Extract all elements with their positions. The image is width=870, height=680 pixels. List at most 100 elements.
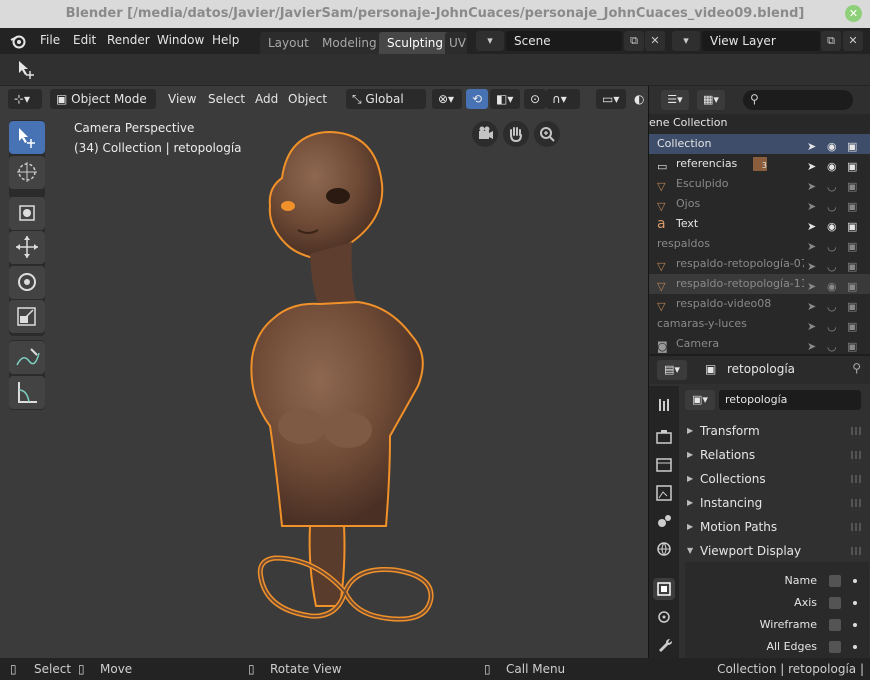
view-layer-field[interactable]: View Layer (702, 31, 820, 51)
shading-icon[interactable]: ◐ (628, 89, 648, 109)
outliner-row-ojos[interactable]: ▽ Ojos ➤ ◡ ▣ (649, 194, 870, 214)
proportional-falloff-icon[interactable]: ∩▾ (546, 89, 580, 109)
transform-orientation-dropdown[interactable]: ⤡ Global (346, 89, 426, 109)
select-box-tool-button[interactable] (9, 121, 45, 154)
keyframe-dot-icon[interactable] (853, 623, 857, 627)
outliner-row-camera[interactable]: ◙ Camera ➤ ◡ ▣ (649, 334, 870, 354)
scene-properties-icon[interactable] (653, 510, 675, 532)
camera-view-icon[interactable] (472, 121, 498, 147)
outliner-row-respaldo-retopologia-07[interactable]: ▽ respaldo-retopología-07:5 ➤ ◡ ▣ (649, 254, 870, 274)
select-box-tool-icon[interactable] (16, 59, 38, 81)
outliner-row-collection[interactable]: Collection ➤ ◉ ▣ (649, 134, 870, 154)
tab-layout[interactable]: Layout (260, 32, 317, 54)
object-name-field[interactable]: retopología (719, 390, 861, 410)
object-properties-icon[interactable] (653, 578, 675, 600)
mode-dropdown[interactable]: ▣ Object Mode (50, 89, 156, 109)
outliner-row-respaldo-video08[interactable]: ▽ respaldo-video08 ➤ ◡ ▣ (649, 294, 870, 314)
scene-selector-icon[interactable]: ▾ (476, 31, 504, 51)
eye-hidden-icon[interactable]: ◡ (827, 197, 841, 213)
selectable-arrow-icon[interactable]: ➤ (807, 177, 821, 193)
drag-grip-icon[interactable] (851, 547, 863, 555)
drag-grip-icon[interactable] (851, 451, 863, 459)
menu-edit[interactable]: Edit (73, 33, 96, 47)
world-properties-icon[interactable] (653, 538, 675, 560)
infinity-ring-mesh[interactable] (255, 548, 439, 628)
selectable-arrow-icon[interactable]: ➤ (807, 297, 821, 313)
eye-hidden-icon[interactable]: ◡ (827, 257, 841, 273)
eye-hidden-icon[interactable]: ◡ (827, 337, 841, 353)
all-edges-checkbox[interactable] (829, 641, 841, 653)
editor-type-icon[interactable]: ⊹▾ (8, 89, 42, 109)
rotate-tool-button[interactable] (9, 266, 45, 299)
keyframe-dot-icon[interactable] (853, 645, 857, 649)
eye-hidden-icon[interactable]: ◡ (827, 297, 841, 313)
eye-visibility-icon[interactable]: ◉ (827, 277, 841, 293)
render-camera-icon[interactable]: ▣ (847, 217, 861, 233)
keyframe-dot-icon[interactable] (853, 601, 857, 605)
render-camera-icon[interactable]: ▣ (847, 237, 861, 253)
outliner-row-respaldo-retopologia-11[interactable]: ▽ respaldo-retopología-11:3 ➤ ◉ ▣ (649, 274, 870, 294)
outliner-row-referencias[interactable]: ▭ referencias 3 ➤ ◉ ▣ (649, 154, 870, 174)
selectable-arrow-icon[interactable]: ➤ (807, 137, 821, 153)
render-camera-icon[interactable]: ▣ (847, 317, 861, 333)
selectable-arrow-icon[interactable]: ➤ (807, 197, 821, 213)
eye-visibility-icon[interactable]: ◉ (827, 137, 841, 153)
selectable-arrow-icon[interactable]: ➤ (807, 257, 821, 273)
menu-object[interactable]: Object (282, 89, 333, 109)
cursor-tool-button[interactable] (9, 156, 45, 189)
close-window-icon[interactable]: ✕ (845, 5, 862, 22)
selectable-arrow-icon[interactable]: ➤ (807, 157, 821, 173)
remove-view-layer-icon[interactable]: ✕ (843, 31, 863, 51)
tab-sculpting[interactable]: Sculpting (379, 32, 452, 54)
drag-grip-icon[interactable] (851, 427, 863, 435)
menu-window[interactable]: Window (157, 33, 204, 47)
render-camera-icon[interactable]: ▣ (847, 177, 861, 193)
drag-grip-icon[interactable] (851, 523, 863, 531)
panel-relations[interactable]: ▶ Relations (685, 444, 869, 466)
render-properties-icon[interactable] (653, 426, 675, 448)
keyframe-dot-icon[interactable] (853, 579, 857, 583)
pivot-point-icon[interactable]: ⊗▾ (432, 89, 462, 109)
tab-uv[interactable]: UV (445, 32, 467, 54)
remove-scene-icon[interactable]: ✕ (645, 31, 665, 51)
eye-hidden-icon[interactable]: ◡ (827, 237, 841, 253)
view-layer-selector-icon[interactable]: ▾ (672, 31, 700, 51)
panel-instancing[interactable]: ▶ Instancing (685, 492, 869, 514)
zoom-view-icon[interactable] (534, 121, 560, 147)
menu-help[interactable]: Help (212, 33, 239, 47)
axis-checkbox[interactable] (829, 597, 841, 609)
outliner-row-camaras-y-luces[interactable]: camaras-y-luces ➤ ◡ ▣ (649, 314, 870, 334)
scene-name-field[interactable]: Scene (506, 31, 622, 51)
blender-logo-icon[interactable] (9, 32, 27, 50)
snap-toggle-icon[interactable]: ⟲ (466, 89, 488, 109)
properties-editor-type-icon[interactable]: ▤▾ (657, 360, 687, 380)
menu-view[interactable]: View (162, 89, 202, 109)
panel-viewport-display[interactable]: ▼ Viewport Display (685, 540, 869, 562)
render-camera-icon[interactable]: ▣ (847, 197, 861, 213)
menu-render[interactable]: Render (107, 33, 150, 47)
transform-tool-button[interactable] (9, 197, 45, 230)
view-layer-properties-icon[interactable] (653, 482, 675, 504)
modifier-properties-icon[interactable] (653, 606, 675, 628)
selectable-arrow-icon[interactable]: ➤ (807, 217, 821, 233)
selectable-arrow-icon[interactable]: ➤ (807, 317, 821, 333)
overlays-dropdown-icon[interactable]: ▭▾ (596, 89, 626, 109)
selectable-arrow-icon[interactable]: ➤ (807, 277, 821, 293)
new-scene-icon[interactable]: ⧉ (624, 31, 644, 51)
drag-grip-icon[interactable] (851, 475, 863, 483)
outliner-row-respaldos[interactable]: respaldos ➤ ◡ ▣ (649, 234, 870, 254)
outliner-search-input[interactable]: ⚲ (743, 90, 853, 110)
pan-view-hand-icon[interactable] (503, 121, 529, 147)
wrench-icon[interactable] (653, 634, 675, 656)
new-view-layer-icon[interactable]: ⧉ (821, 31, 841, 51)
pin-icon[interactable]: ⚲ (852, 361, 861, 375)
eye-visibility-icon[interactable]: ◉ (827, 157, 841, 173)
render-camera-icon[interactable]: ▣ (847, 297, 861, 313)
menu-select[interactable]: Select (202, 89, 251, 109)
drag-grip-icon[interactable] (851, 499, 863, 507)
tab-modeling[interactable]: Modeling (314, 32, 385, 54)
render-camera-icon[interactable]: ▣ (847, 157, 861, 173)
eye-visibility-icon[interactable]: ◉ (827, 217, 841, 233)
render-camera-icon[interactable]: ▣ (847, 257, 861, 273)
snap-target-icon[interactable]: ◧▾ (490, 89, 520, 109)
